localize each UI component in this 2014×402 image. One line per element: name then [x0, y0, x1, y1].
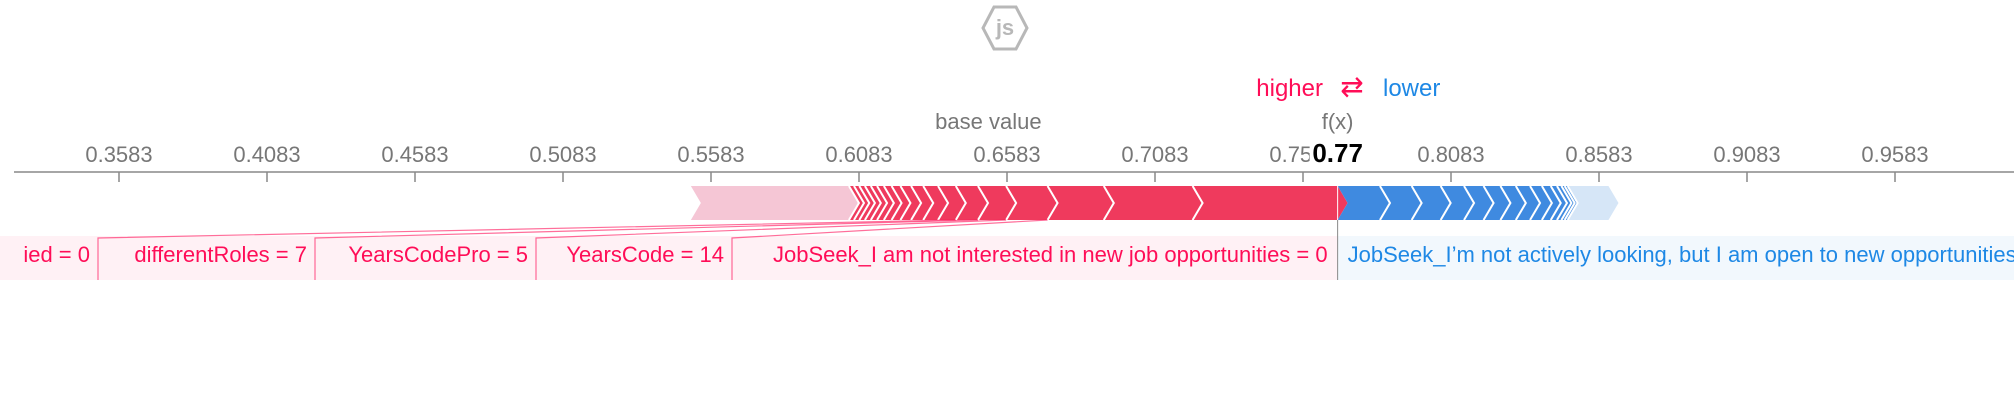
higher-feature-label: ied = 0 [23, 242, 90, 267]
higher-tail-segment [690, 186, 859, 220]
legend-arrow-icon: ⇄ [1340, 71, 1363, 102]
tick-label: 0.3583 [85, 142, 152, 167]
tick-label: 0.4583 [381, 142, 448, 167]
tick-label: 0.8083 [1417, 142, 1484, 167]
tick-label: 0.7083 [1121, 142, 1188, 167]
tick-label: 0.5083 [529, 142, 596, 167]
tick-label: 0.6583 [973, 142, 1040, 167]
higher-feature-label: differentRoles = 7 [134, 242, 307, 267]
output-value-group: 0.77 [1309, 137, 1370, 168]
tick-label: 0.8583 [1565, 142, 1632, 167]
tick-label: 0.4083 [233, 142, 300, 167]
tick-label: 0.9583 [1861, 142, 1928, 167]
higher-feature-label: JobSeek_I am not interested in new job o… [773, 242, 1328, 267]
legend: higher ⇄ lower [1256, 71, 1440, 102]
base-value-label: base value [935, 109, 1041, 134]
x-axis: 0.3583 0.4083 0.4583 0.5083 0.5583 0.6083 0.65… [14, 142, 2014, 182]
feature-labels: ied = 0 differentRoles = 7 YearsCodePro = … [0, 219, 2014, 280]
tick-label: 0.5583 [677, 142, 744, 167]
output-value: 0.77 [1312, 138, 1363, 168]
higher-force-segment [1103, 186, 1203, 220]
higher-force-segment [1192, 186, 1348, 220]
legend-lower-label: lower [1383, 75, 1440, 102]
force-plot: higher ⇄ lower base value f(x) 0.3583 0.4… [0, 71, 2014, 280]
tick-label: 0.9083 [1713, 142, 1780, 167]
higher-feature-label: YearsCodePro = 5 [348, 242, 528, 267]
tick-label: 0.6083 [825, 142, 892, 167]
legend-higher-label: higher [1256, 75, 1323, 102]
lower-feature-label: JobSeek_I’m not actively looking, but I … [1348, 242, 2014, 267]
fx-label: f(x) [1322, 109, 1354, 134]
higher-feature-label: YearsCode = 14 [566, 242, 724, 267]
